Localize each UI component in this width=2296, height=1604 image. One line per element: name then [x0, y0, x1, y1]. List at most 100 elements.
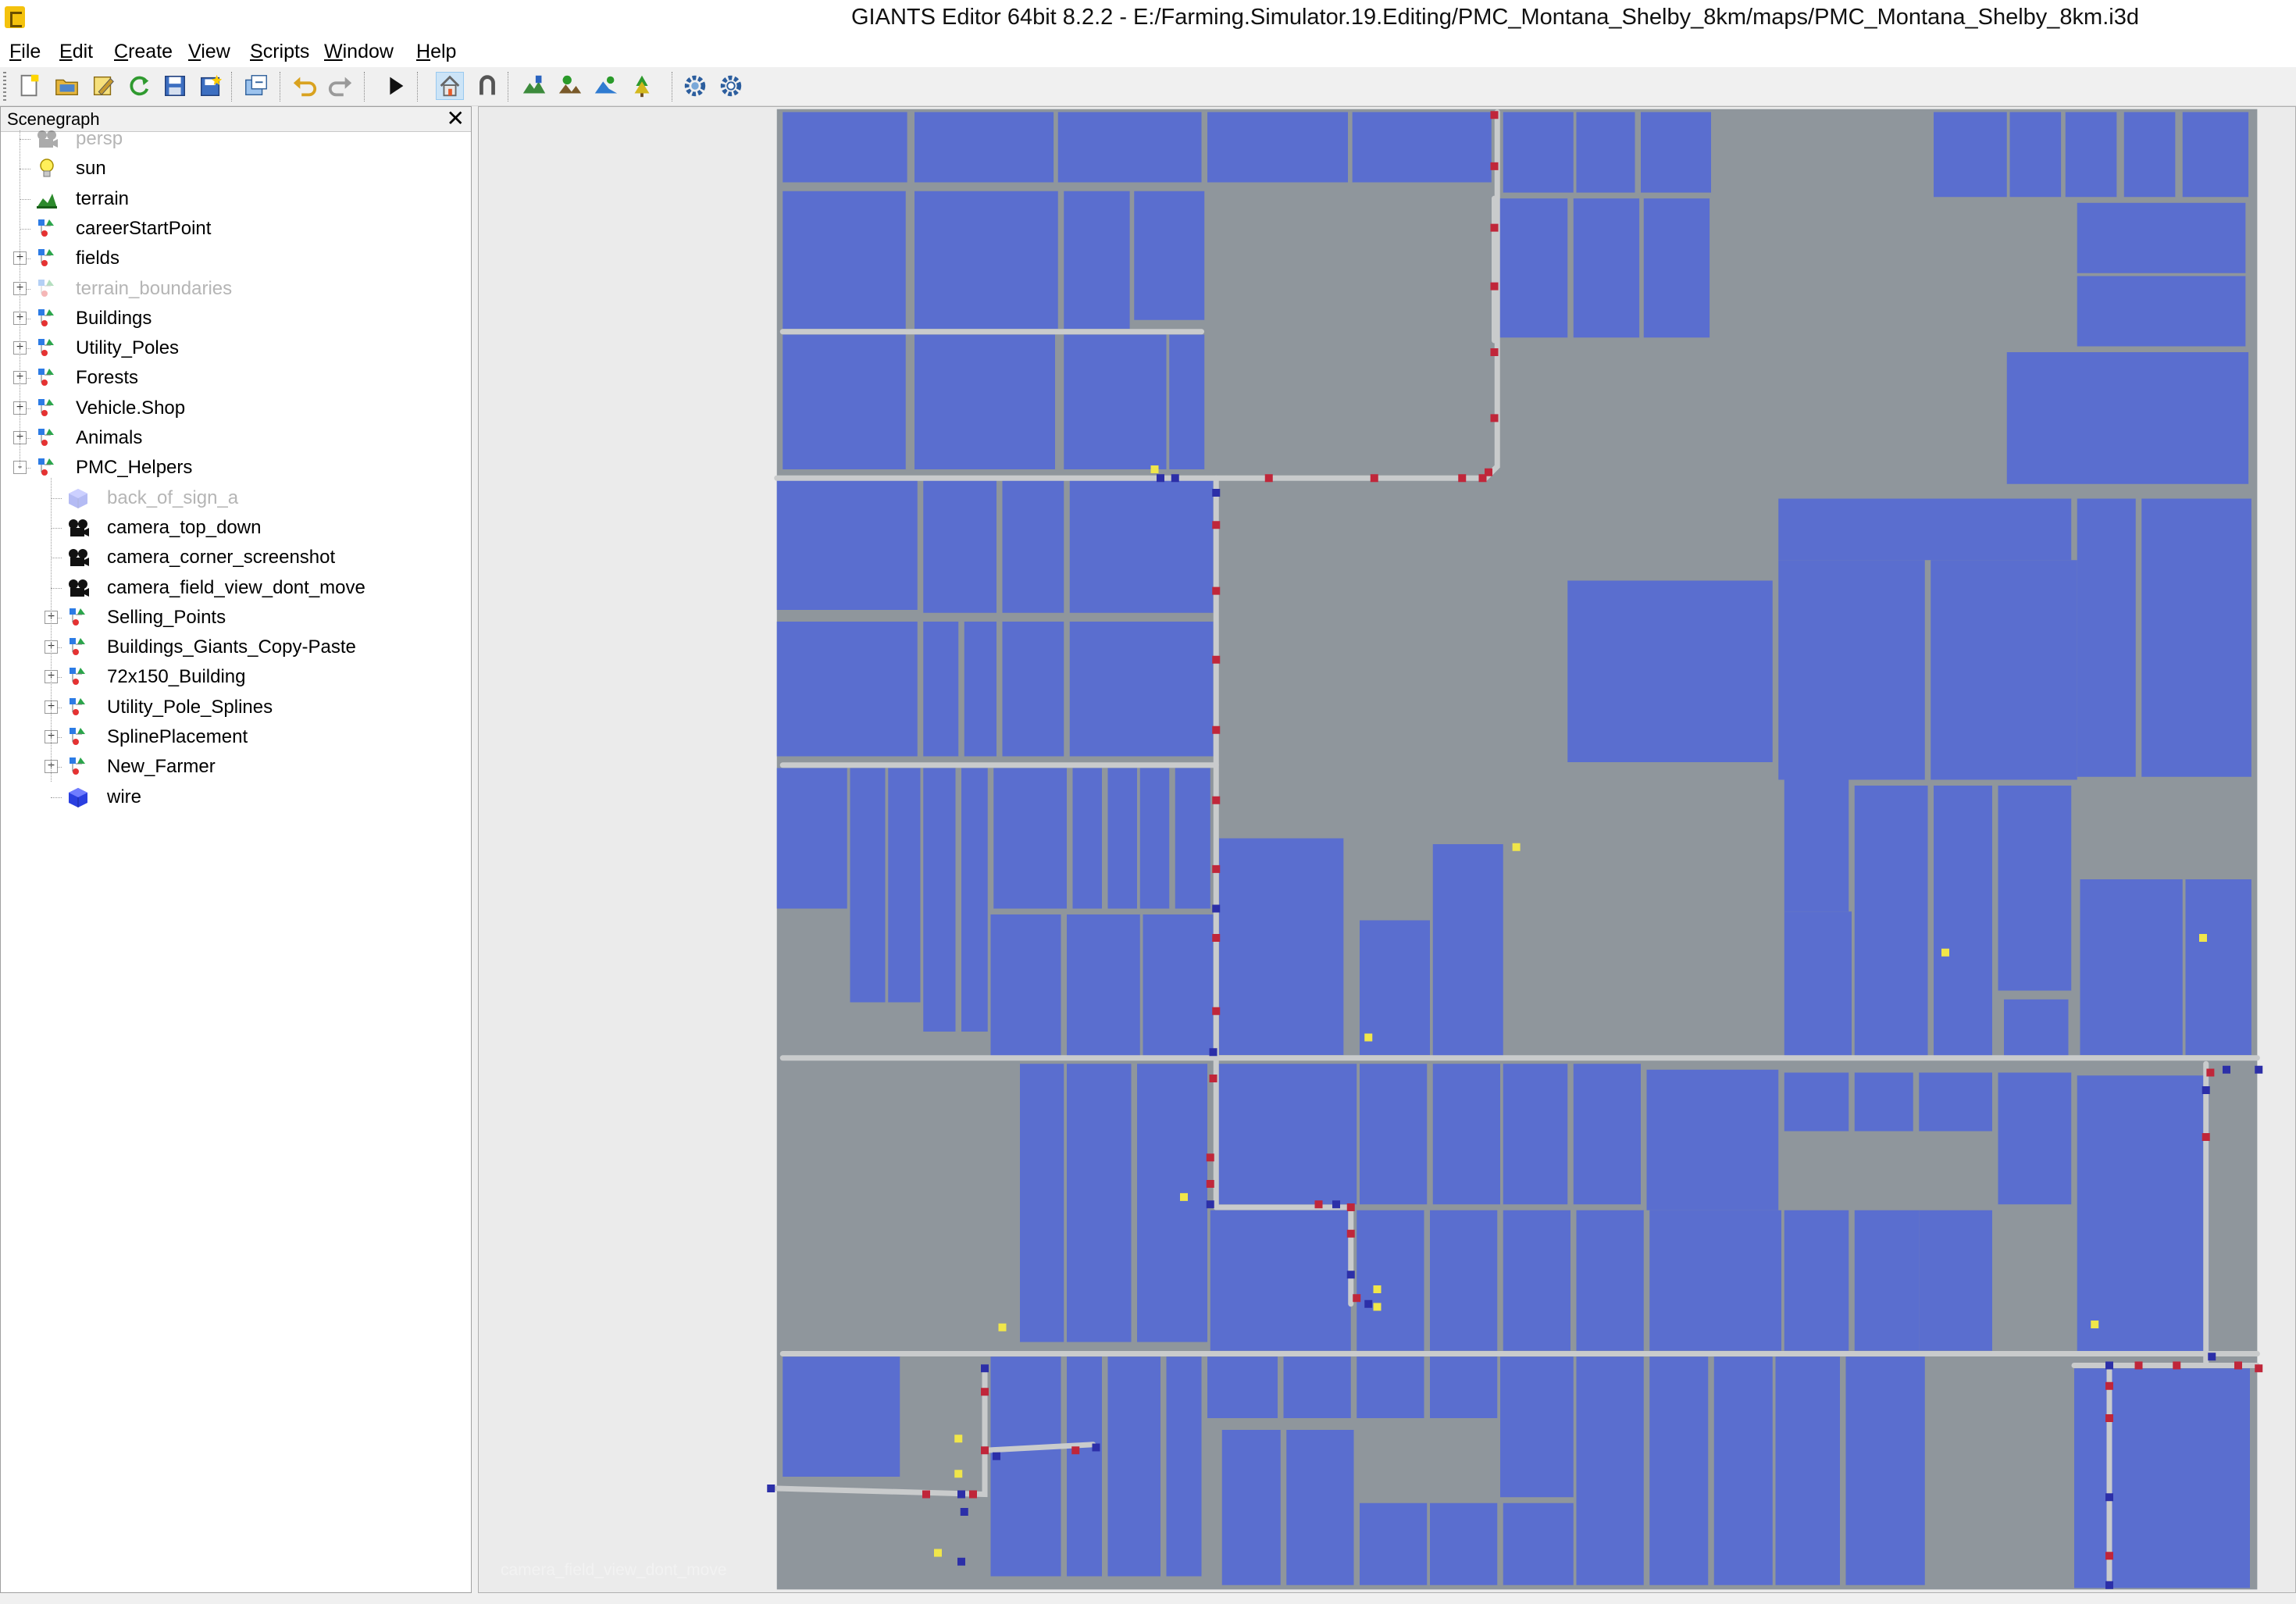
- field-area: [1649, 1356, 1709, 1585]
- tree-node[interactable]: + fields: [1, 245, 469, 272]
- toolbar-grip[interactable]: [3, 72, 6, 102]
- transform-group-icon: [35, 277, 59, 301]
- tree-node[interactable]: careerStartPoint: [1, 216, 469, 242]
- tree-node[interactable]: + SplinePlacement: [1, 724, 469, 750]
- spline-marker: [1212, 489, 1221, 497]
- redo-button[interactable]: [326, 72, 355, 100]
- settings-gear-button[interactable]: [681, 72, 709, 100]
- field-area: [1134, 191, 1205, 320]
- field-area: [1107, 768, 1137, 909]
- giants-editor-app-icon[interactable]: [5, 6, 25, 28]
- tree-node[interactable]: camera_top_down: [1, 515, 469, 541]
- tree-connector: [20, 228, 30, 230]
- reload-button[interactable]: [125, 72, 153, 100]
- tree-node[interactable]: terrain: [1, 186, 469, 212]
- menu-scripts[interactable]: Scripts: [250, 41, 309, 63]
- edit-file-button[interactable]: [89, 72, 117, 100]
- tree-node[interactable]: + Forests: [1, 365, 469, 391]
- home-icon: [440, 75, 460, 97]
- field-area: [783, 112, 907, 183]
- tree-node[interactable]: persp: [1, 126, 469, 152]
- menu-create[interactable]: Create: [114, 41, 173, 63]
- spline-marker: [1212, 904, 1221, 913]
- field-area: [1069, 478, 1214, 613]
- field-area: [1845, 1356, 1925, 1585]
- tree-node-label: Animals: [76, 427, 143, 448]
- terrain-paint-button[interactable]: [520, 72, 548, 100]
- terrain-foliage-button[interactable]: [556, 72, 584, 100]
- menu-label: indow: [342, 41, 394, 62]
- scenegraph-panel: Scenegraph ✕ persp sun terrain careerStartP…: [0, 106, 472, 1593]
- field-area: [1283, 1356, 1351, 1418]
- tree-node[interactable]: + Animals: [1, 425, 469, 451]
- spline-marker: [1264, 474, 1273, 483]
- tree-node[interactable]: wire: [1, 784, 469, 811]
- tree-node-label: terrain: [76, 187, 130, 209]
- spline-marker: [1212, 796, 1221, 804]
- tree-node[interactable]: camera_field_view_dont_move: [1, 575, 469, 601]
- menu-window[interactable]: Window: [324, 41, 394, 63]
- refresh-gear-button[interactable]: [717, 72, 745, 100]
- field-area: [1207, 112, 1348, 183]
- spline-marker: [2206, 1068, 2215, 1077]
- tree-node[interactable]: + New_Farmer: [1, 754, 469, 780]
- menu-help[interactable]: Help: [416, 41, 456, 63]
- home-button[interactable]: [436, 72, 464, 100]
- field-area: [964, 622, 996, 757]
- tree-node[interactable]: + Vehicle.Shop: [1, 395, 469, 422]
- menu-label: elp: [430, 41, 457, 62]
- tree-connector: [20, 139, 30, 140]
- tree-node[interactable]: + Utility_Poles: [1, 335, 469, 362]
- tree-node[interactable]: + Buildings_Giants_Copy-Paste: [1, 634, 469, 661]
- tree-node[interactable]: - PMC_Helpers: [1, 454, 469, 481]
- tree-node[interactable]: camera_corner_screenshot: [1, 544, 469, 571]
- tree-node[interactable]: + Selling_Points: [1, 604, 469, 631]
- settings-gear-icon: [684, 75, 706, 97]
- field-area: [1430, 1502, 1498, 1585]
- field-area: [2077, 202, 2246, 273]
- field-area: [1169, 334, 1205, 469]
- field-area: [1219, 838, 1344, 1055]
- tree-node[interactable]: +72x150_Building: [1, 664, 469, 690]
- field-area: [1573, 1064, 1641, 1205]
- field-area: [1069, 622, 1214, 757]
- terrain-sculpt-button[interactable]: [592, 72, 620, 100]
- terrain-top-view[interactable]: [479, 107, 2296, 1593]
- tree-node[interactable]: back_of_sign_a: [1, 485, 469, 511]
- transform-group-icon: [35, 426, 59, 450]
- import-button[interactable]: [242, 72, 270, 100]
- menu-edit[interactable]: Edit: [59, 41, 93, 63]
- main-toolbar: [0, 67, 2296, 106]
- tree-node[interactable]: sun: [1, 155, 469, 182]
- open-file-button[interactable]: [53, 72, 81, 100]
- foliage-paint-button[interactable]: [628, 72, 656, 100]
- magnet-button[interactable]: [473, 72, 501, 100]
- save-as-button[interactable]: [197, 72, 225, 100]
- field-area: [1432, 1064, 1500, 1205]
- tree-node[interactable]: + Buildings: [1, 305, 469, 332]
- spline-marker: [1212, 1007, 1221, 1015]
- play-button[interactable]: [381, 72, 409, 100]
- undo-button[interactable]: [291, 72, 319, 100]
- tree-node[interactable]: + Utility_Pole_Splines: [1, 694, 469, 721]
- field-area: [1503, 1210, 1570, 1351]
- menu-view[interactable]: View: [188, 41, 230, 63]
- toolbar-separator: [364, 72, 365, 102]
- save-button[interactable]: [161, 72, 189, 100]
- field-area: [2077, 276, 2246, 347]
- spline-marker: [1490, 414, 1499, 422]
- field-area: [1573, 198, 1640, 338]
- spline-marker: [2091, 1321, 2099, 1328]
- field-area: [1430, 1356, 1498, 1418]
- tree-node[interactable]: + terrain_boundaries: [1, 276, 469, 302]
- play-icon: [390, 77, 404, 95]
- menu-file[interactable]: File: [9, 41, 41, 63]
- field-area: [1352, 112, 1492, 183]
- tree-node-label: sun: [76, 158, 106, 180]
- save-icon: [165, 76, 185, 96]
- tree-node-label: Buildings_Giants_Copy-Paste: [107, 636, 356, 658]
- terrain-foliage-icon: [558, 75, 582, 94]
- 3d-viewport[interactable]: camera_field_view_dont_move: [478, 106, 2296, 1593]
- new-file-button[interactable]: [16, 72, 44, 100]
- spline-marker: [2105, 1552, 2113, 1560]
